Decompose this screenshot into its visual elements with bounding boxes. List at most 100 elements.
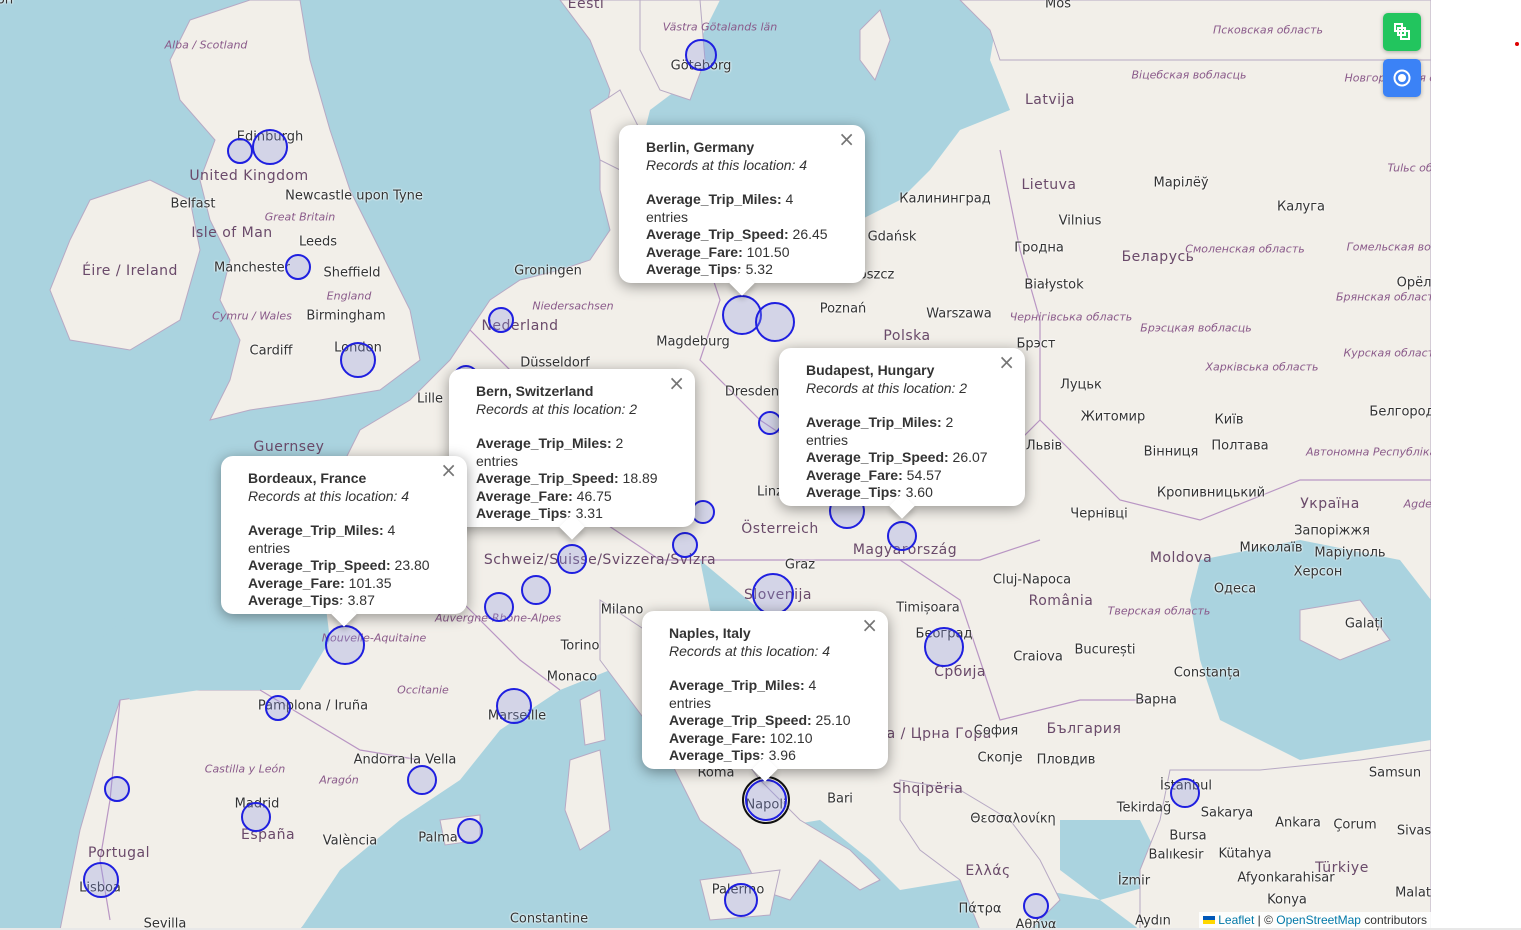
popup-stat-row: Average_Fare: 46.75 <box>476 488 669 506</box>
popup-stat-value: 46.75 <box>572 487 612 504</box>
location-popup: × Naples, Italy Records at this location: … <box>642 611 888 782</box>
location-marker[interactable] <box>1023 893 1049 919</box>
location-marker[interactable] <box>752 573 794 615</box>
popup-stat-key: Average_Trip_Miles: <box>476 435 612 451</box>
popup-stat-row: Average_Trip_Miles: 4 entries <box>248 522 441 557</box>
popup-stat-key: Average_Trip_Miles: <box>646 191 782 207</box>
land-great-britain <box>169 0 421 421</box>
popup-close-button[interactable]: × <box>440 460 457 479</box>
popup-stat-key: Average_Trip_Speed: <box>669 712 812 728</box>
popup-close-button[interactable]: × <box>861 615 878 634</box>
popup-stat-key: Average_Trip_Speed: <box>646 226 789 242</box>
popup-stat-value: 23.80 <box>390 557 430 573</box>
popup-records-count: Records at this location: 4 <box>646 156 808 173</box>
location-popup: × Bordeaux, France Records at this locatio… <box>221 456 467 627</box>
popup-stat-value: 101.50 <box>742 243 790 260</box>
map-attribution: Leaflet | © OpenStreetMap contributors <box>1198 912 1431 928</box>
popup-stat-key: Average_Trip_Speed: <box>248 557 391 573</box>
location-marker[interactable] <box>496 688 532 724</box>
popup-stat-row: Average_Trip_Speed: 26.45 <box>646 226 839 244</box>
popup-stat-key: Average_Fare: <box>669 729 766 746</box>
popup-stat-value: 26.45 <box>788 226 828 242</box>
land-ireland <box>49 179 201 351</box>
location-popup: × Berlin, Germany Records at this location… <box>619 125 865 296</box>
popup-stat-value: 54.57 <box>902 466 942 483</box>
location-marker[interactable] <box>325 625 365 665</box>
locate-control-button[interactable] <box>1383 59 1421 97</box>
land-turkey <box>1139 749 1431 930</box>
popup-title: Bordeaux, France <box>248 470 367 486</box>
location-marker[interactable] <box>1170 778 1200 808</box>
popup-stat-key: Average_Tips: <box>646 261 742 277</box>
popup-stat-value: 101.35 <box>344 574 392 591</box>
land-estonia <box>959 0 1431 61</box>
popup-stat-key: Average_Tips: <box>806 484 902 500</box>
osm-link[interactable]: OpenStreetMap <box>1276 913 1361 927</box>
location-popup: × Budapest, Hungary Records at this locati… <box>779 348 1025 519</box>
popup-stat-key: Average_Trip_Miles: <box>248 522 384 538</box>
location-marker[interactable] <box>407 765 437 795</box>
popup-stat-row: Average_Fare: 102.10 <box>669 730 862 748</box>
popup-stat-key: Average_Tips: <box>669 747 765 763</box>
popup-stat-row: Average_Fare: 101.50 <box>646 244 839 262</box>
location-marker[interactable] <box>252 129 288 165</box>
attribution-separator: | © <box>1254 913 1277 927</box>
popup-stat-row: Average_Trip_Miles: 2 entries <box>806 414 999 449</box>
popup-title: Bern, Switzerland <box>476 383 594 399</box>
popup-stat-row: Average_Fare: 101.35 <box>248 575 441 593</box>
popup-stat-key: Average_Tips: <box>476 505 572 521</box>
layers-icon <box>1394 23 1410 40</box>
popup-stat-value: 25.10 <box>811 712 851 728</box>
location-marker[interactable] <box>484 592 514 622</box>
popup-records-count: Records at this location: 4 <box>669 642 831 659</box>
location-marker[interactable] <box>521 575 551 605</box>
popup-stat-value: 26.07 <box>948 449 988 465</box>
popup-title: Berlin, Germany <box>646 139 755 155</box>
popup-close-button[interactable]: × <box>998 352 1015 371</box>
popup-stat-key: Average_Trip_Speed: <box>476 470 619 486</box>
layers-control-button[interactable] <box>1383 13 1421 51</box>
location-marker[interactable] <box>340 342 376 378</box>
popup-records-count: Records at this location: 2 <box>806 379 968 396</box>
location-marker[interactable] <box>241 802 271 832</box>
popup-stat-key: Average_Fare: <box>476 487 573 504</box>
location-marker[interactable] <box>488 307 514 333</box>
ukraine-flag-icon <box>1202 916 1215 924</box>
location-marker[interactable] <box>742 776 790 824</box>
popup-close-button[interactable]: × <box>838 129 855 148</box>
popup-stat-row: Average_Trip_Speed: 26.07 <box>806 449 999 467</box>
location-marker[interactable] <box>457 818 483 844</box>
popup-stat-row: Average_Fare: 54.57 <box>806 467 999 485</box>
location-marker[interactable] <box>104 776 130 802</box>
location-marker[interactable] <box>285 254 311 280</box>
location-marker[interactable] <box>887 521 917 551</box>
location-marker[interactable] <box>672 532 698 558</box>
popup-stat-key: Average_Trip_Miles: <box>806 414 942 430</box>
location-marker[interactable] <box>724 883 758 917</box>
location-marker[interactable] <box>227 138 253 164</box>
popup-stat-key: Average_Fare: <box>248 574 345 591</box>
location-marker[interactable] <box>83 862 119 898</box>
popup-title: Naples, Italy <box>669 625 751 641</box>
popup-stat-row: Average_Trip_Speed: 23.80 <box>248 557 441 575</box>
location-marker[interactable] <box>755 302 795 342</box>
popup-records-count: Records at this location: 2 <box>476 400 638 417</box>
leaflet-link[interactable]: Leaflet <box>1218 913 1254 927</box>
location-marker[interactable] <box>265 695 291 721</box>
popup-stat-key: Average_Fare: <box>646 243 743 260</box>
red-dot <box>1515 42 1519 46</box>
land-corsica <box>579 689 606 746</box>
popup-close-button[interactable]: × <box>668 373 685 392</box>
popup-stat-value: 18.89 <box>618 470 658 486</box>
location-marker[interactable] <box>557 544 587 574</box>
locate-icon <box>1393 69 1411 87</box>
map-container[interactable]: Alba / Scotland Edinburgh United Kingdom Gr… <box>0 0 1431 930</box>
popup-stat-row: Average_Trip_Speed: 25.10 <box>669 712 862 730</box>
location-popup: × Bern, Switzerland Records at this locati… <box>449 369 695 540</box>
popup-stat-key: Average_Fare: <box>806 466 903 483</box>
location-marker[interactable] <box>685 39 717 71</box>
popup-stat-row: Average_Trip_Speed: 18.89 <box>476 470 669 488</box>
popup-stat-key: Average_Trip_Speed: <box>806 449 949 465</box>
location-marker[interactable] <box>924 627 964 667</box>
popup-stat-value: 102.10 <box>765 729 813 746</box>
